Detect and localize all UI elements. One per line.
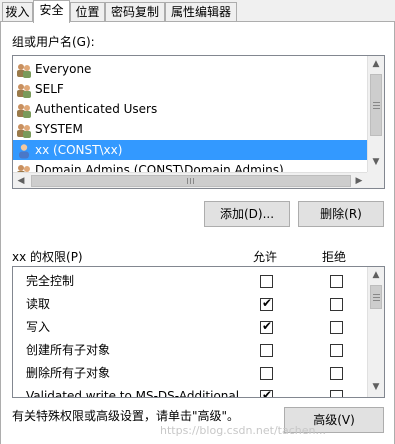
- scroll-down-icon[interactable]: ▼: [368, 379, 384, 395]
- scroll-corner: [367, 172, 384, 188]
- deny-checkbox[interactable]: [330, 275, 343, 288]
- checkmark-icon: ✔: [262, 388, 273, 398]
- allow-checkbox[interactable]: [260, 367, 273, 380]
- deny-checkbox[interactable]: [330, 344, 343, 357]
- permission-row: 创建所有子对象: [13, 339, 368, 362]
- deny-checkbox[interactable]: [330, 321, 343, 334]
- tab-attribute-editor[interactable]: 属性编辑器: [165, 2, 237, 22]
- list-item-selected[interactable]: xx (CONST\xx): [13, 140, 368, 160]
- list-item[interactable]: Authenticated Users: [13, 99, 368, 119]
- checkmark-icon: ✔: [262, 319, 273, 333]
- tab-password-replication[interactable]: 密码复制: [105, 2, 165, 22]
- allow-checkbox[interactable]: [260, 344, 273, 357]
- allow-checkbox[interactable]: ✔: [260, 388, 273, 398]
- permission-name: 删除所有子对象: [26, 366, 111, 380]
- group-icon: [17, 103, 31, 118]
- user-icon: [19, 143, 29, 158]
- user-name: SELF: [35, 82, 64, 96]
- users-horizontal-scrollbar[interactable]: ◀ ▶: [13, 172, 367, 188]
- tab-dialin[interactable]: 拨入: [2, 2, 33, 22]
- remove-button[interactable]: 删除(R): [298, 201, 384, 227]
- groups-label: 组或用户名(G):: [12, 35, 95, 49]
- scroll-thumb[interactable]: [370, 285, 382, 309]
- permissions-vertical-scrollbar[interactable]: ▲ ▼: [367, 267, 384, 397]
- deny-checkbox[interactable]: [330, 390, 343, 397]
- scroll-down-icon[interactable]: ▼: [368, 154, 384, 170]
- scroll-up-icon[interactable]: ▲: [368, 56, 384, 72]
- users-list[interactable]: Everyone SELF Authenticated Users SYSTEM…: [12, 55, 385, 189]
- permissions-title: xx 的权限(P): [12, 250, 83, 264]
- list-item[interactable]: SELF: [13, 79, 368, 99]
- group-icon: [17, 123, 31, 138]
- allow-checkbox[interactable]: ✔: [260, 296, 273, 311]
- scroll-up-icon[interactable]: ▲: [368, 267, 384, 283]
- tab-security[interactable]: 安全: [33, 0, 70, 23]
- allow-checkbox[interactable]: [260, 275, 273, 288]
- scroll-left-icon[interactable]: ◀: [13, 173, 29, 188]
- permission-row: 写入 ✔: [13, 316, 368, 339]
- advanced-hint: 有关特殊权限或高级设置，请单击"高级"。: [12, 409, 240, 423]
- tab-location[interactable]: 位置: [70, 2, 105, 22]
- allow-header: 允许: [253, 250, 278, 264]
- scroll-thumb[interactable]: [370, 74, 382, 136]
- user-name: Authenticated Users: [35, 102, 158, 116]
- list-item[interactable]: Everyone: [13, 59, 368, 79]
- permission-name: 完全控制: [26, 274, 75, 288]
- list-item[interactable]: SYSTEM: [13, 119, 368, 139]
- permission-row: 完全控制: [13, 270, 368, 293]
- user-name: xx (CONST\xx): [35, 143, 123, 157]
- allow-checkbox[interactable]: ✔: [260, 319, 273, 334]
- scroll-right-icon[interactable]: ▶: [351, 173, 367, 188]
- tab-bar: 拨入 安全 位置 密码复制 属性编辑器: [0, 0, 395, 23]
- checkmark-icon: ✔: [262, 296, 273, 310]
- permission-name: 写入: [26, 320, 51, 334]
- deny-checkbox[interactable]: [330, 298, 343, 311]
- permission-row: Validated write to MS-DS-Additional... ✔: [13, 385, 368, 398]
- permission-name: 读取: [26, 297, 51, 311]
- deny-checkbox[interactable]: [330, 367, 343, 380]
- permissions-list[interactable]: 完全控制 读取 ✔ 写入 ✔ 创建所有子对象 删除所有子对象 Validated…: [12, 266, 385, 398]
- permission-row: 读取 ✔: [13, 293, 368, 316]
- permission-name: Validated write to MS-DS-Additional...: [26, 389, 251, 398]
- permission-name: 创建所有子对象: [26, 343, 111, 357]
- deny-header: 拒绝: [322, 250, 347, 264]
- group-icon: [17, 83, 31, 98]
- permission-row: 删除所有子对象: [13, 362, 368, 385]
- users-vertical-scrollbar[interactable]: ▲ ▼: [367, 56, 384, 172]
- user-name: Everyone: [35, 62, 92, 76]
- watermark: https://blog.csdn.net/tachen...: [160, 424, 326, 437]
- user-name: SYSTEM: [35, 122, 83, 136]
- group-icon: [17, 63, 31, 78]
- add-button[interactable]: 添加(D)...: [204, 201, 290, 227]
- scroll-thumb[interactable]: [31, 175, 351, 187]
